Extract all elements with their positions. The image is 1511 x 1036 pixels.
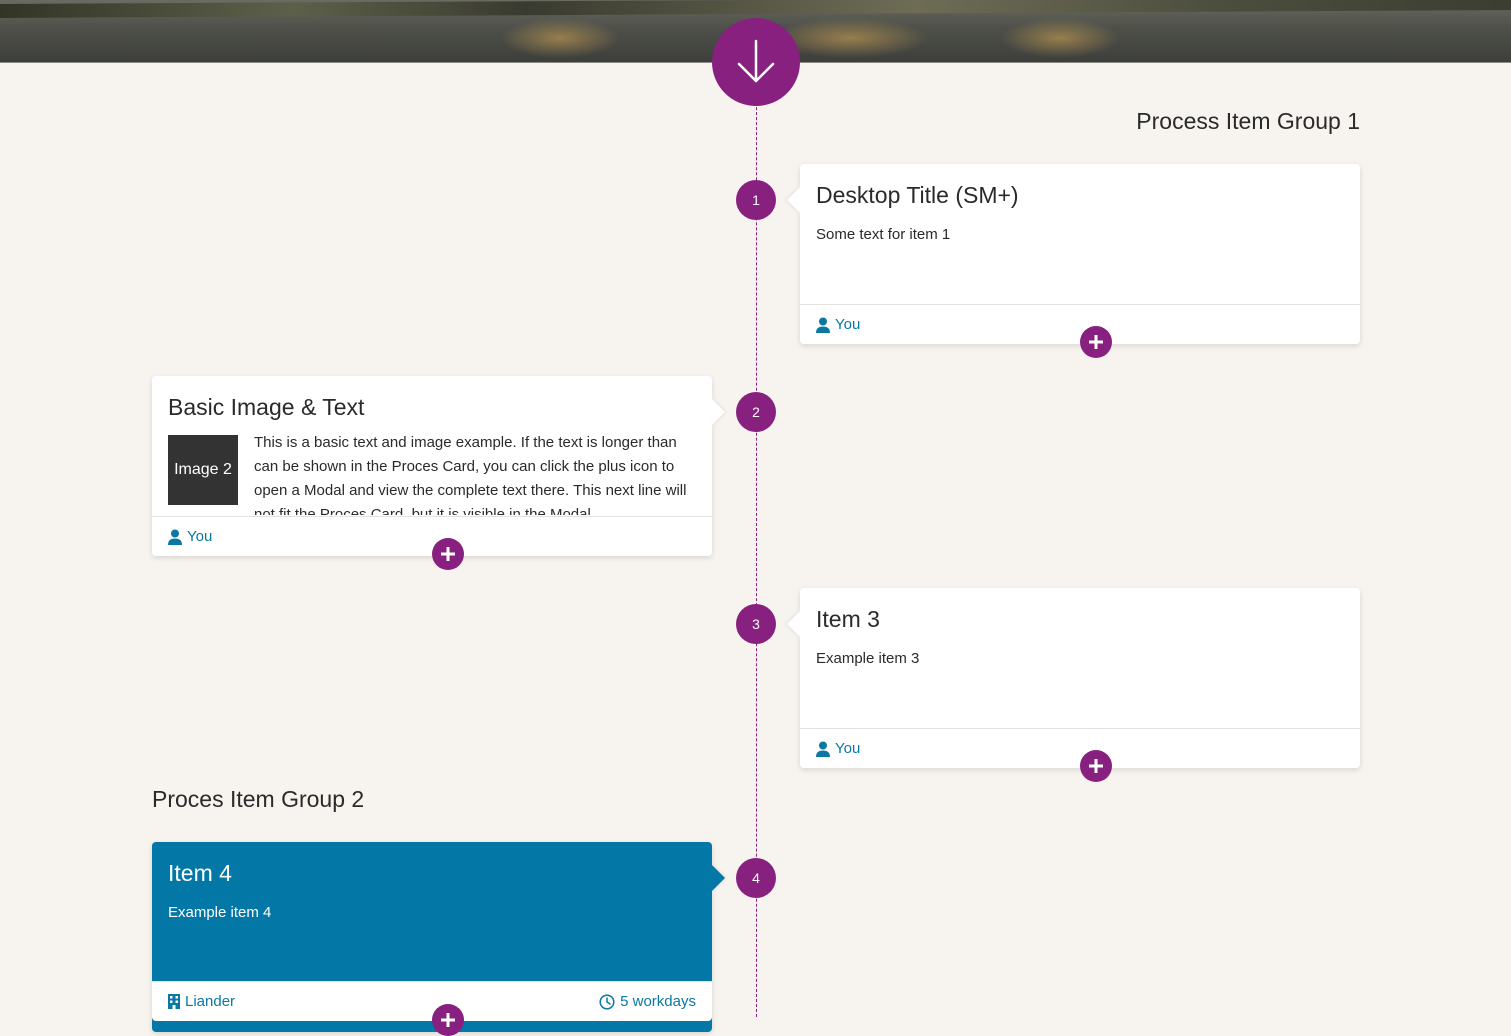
card-title: Desktop Title (SM+)	[816, 182, 1019, 208]
user-icon	[168, 529, 182, 545]
process-card-highlighted: Item 4 Example item 4 Liander 5 workdays	[152, 842, 712, 1032]
card-title: Basic Image & Text	[168, 394, 365, 420]
owner-label: You	[835, 316, 861, 333]
group-title: Proces Item Group 2	[152, 786, 365, 812]
step-number: 4	[736, 858, 776, 898]
step-number: 1	[736, 180, 776, 220]
process-card: Basic Image & Text Image 2 This is a bas…	[152, 376, 712, 556]
plus-icon	[1089, 759, 1103, 773]
duration-label: 5 workdays	[620, 993, 696, 1010]
group-title: Process Item Group 1	[1136, 108, 1360, 134]
process-card: Desktop Title (SM+) Some text for item 1…	[800, 164, 1360, 344]
card-organization[interactable]: Liander	[168, 993, 235, 1010]
card-owner[interactable]: You	[816, 316, 860, 333]
user-icon	[816, 317, 830, 333]
hero-light-reflection	[1000, 18, 1120, 58]
step-number: 3	[736, 604, 776, 644]
step-number: 2	[736, 392, 776, 432]
plus-icon	[441, 1013, 455, 1027]
owner-label: You	[187, 528, 213, 545]
process-card: Item 3 Example item 3 You	[800, 588, 1360, 768]
card-owner[interactable]: You	[816, 740, 860, 757]
card-text: Example item 3	[816, 650, 920, 667]
hero-shoreline	[0, 0, 1511, 19]
building-icon	[168, 994, 180, 1009]
arrow-down-icon	[737, 39, 775, 83]
card-owner[interactable]: You	[168, 528, 212, 545]
expand-button[interactable]	[1080, 750, 1112, 782]
card-text: This is a basic text and image example. …	[254, 434, 687, 515]
organization-label: Liander	[185, 993, 236, 1010]
expand-button[interactable]	[432, 1004, 464, 1036]
card-text: Some text for item 1	[816, 226, 951, 243]
plus-icon	[1089, 335, 1103, 349]
user-icon	[816, 741, 830, 757]
hero-light-reflection	[500, 18, 620, 58]
card-duration: 5 workdays	[599, 993, 696, 1010]
card-text: Example item 4	[168, 904, 272, 921]
expand-button[interactable]	[1080, 326, 1112, 358]
owner-label: You	[835, 740, 861, 757]
card-image: Image 2	[168, 435, 238, 505]
scroll-down-button[interactable]	[712, 18, 800, 106]
card-title: Item 3	[816, 606, 880, 632]
card-title: Item 4	[168, 860, 232, 886]
plus-icon	[441, 547, 455, 561]
expand-button[interactable]	[432, 538, 464, 570]
card-content-clip: Image 2 This is a basic text and image e…	[168, 433, 696, 515]
clock-icon	[599, 993, 615, 1010]
